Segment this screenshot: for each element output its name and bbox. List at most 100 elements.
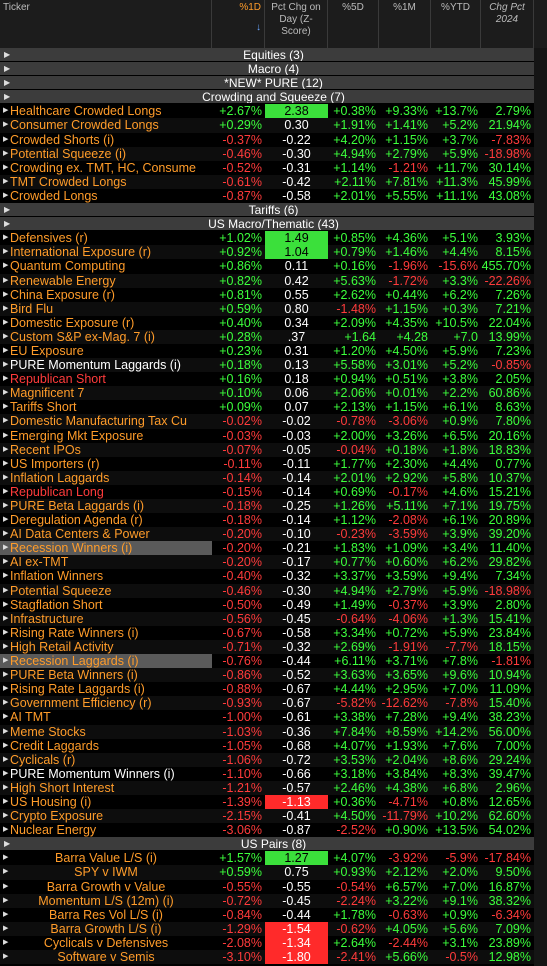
- ticker-name[interactable]: ▶ Potential Squeeze: [0, 584, 212, 598]
- header-chg2024[interactable]: Chg Pct 2024: [481, 0, 534, 48]
- ticker-name[interactable]: ▶ Infrastructure: [0, 612, 212, 626]
- row-triangle-icon[interactable]: ▶: [3, 414, 8, 428]
- ticker-name[interactable]: ▶ High Short Interest: [0, 781, 212, 795]
- row-triangle-icon[interactable]: ▶: [3, 541, 8, 555]
- row-triangle-icon[interactable]: ▶: [3, 330, 8, 344]
- expand-triangle-icon[interactable]: ▶: [4, 203, 10, 216]
- row-triangle-icon[interactable]: ▶: [3, 457, 8, 471]
- row-triangle-icon[interactable]: ▶: [3, 231, 8, 245]
- table-row[interactable]: ▶ Meme Stocks -1.03% -0.36 +7.84% +8.59% +14.2…: [0, 724, 547, 739]
- ticker-name[interactable]: ▶ Nuclear Energy: [0, 823, 212, 837]
- ticker-name[interactable]: ▶ EU Exposure: [0, 344, 212, 358]
- table-row[interactable]: ▶ PURE Momentum Laggards (i) +0.18% 0.13 +5.…: [0, 358, 547, 373]
- table-row[interactable]: ▶ International Exposure (r) +0.92% 1.04 +0.…: [0, 245, 547, 260]
- row-triangle-icon[interactable]: ▶: [3, 569, 8, 583]
- ticker-name[interactable]: ▶ Magnificent 7: [0, 386, 212, 400]
- ticker-name[interactable]: ▶ Crypto Exposure: [0, 809, 212, 823]
- table-row[interactable]: ▶ Crowded Shorts (i) -0.37% -0.22 +4.20% +1.1…: [0, 133, 547, 147]
- table-row[interactable]: ▶ High Retail Activity -0.71% -0.32 +2.69% -1…: [0, 639, 547, 655]
- ticker-name[interactable]: ▶ Barra Value L/S (i): [0, 851, 212, 865]
- group-header[interactable]: ▶ US Pairs (8): [0, 837, 547, 852]
- header-pct1d[interactable]: %1D ↓: [212, 0, 265, 48]
- row-triangle-icon[interactable]: ▶: [3, 668, 8, 682]
- row-triangle-icon[interactable]: ▶: [3, 288, 8, 302]
- table-row[interactable]: ▶ Defensives (r) +1.02% 1.49 +0.85% +4.36% +5.…: [0, 231, 547, 246]
- expand-triangle-icon[interactable]: ▶: [4, 48, 10, 61]
- row-triangle-icon[interactable]: ▶: [3, 725, 8, 739]
- ticker-name[interactable]: ▶ US Importers (r): [0, 457, 212, 471]
- ticker-name[interactable]: ▶ Barra Growth L/S (i): [0, 922, 212, 936]
- row-triangle-icon[interactable]: ▶: [3, 753, 8, 767]
- row-triangle-icon[interactable]: ▶: [3, 527, 8, 541]
- group-header[interactable]: ▶ US Macro/Thematic (43): [0, 217, 547, 232]
- table-row[interactable]: ▶ AI ex-TMT -0.20% -0.17 +0.77% +0.60% +6.2% 29…: [0, 555, 547, 570]
- header-ticker[interactable]: Ticker: [0, 0, 212, 48]
- ticker-name[interactable]: ▶ Renewable Energy: [0, 274, 212, 288]
- table-row[interactable]: ▶ Barra Res Vol L/S (i) -0.84% -0.44 +1.78% -…: [0, 908, 547, 922]
- table-row[interactable]: ▶ Deregulation Agenda (r) -0.18% -0.14 +1.12…: [0, 513, 547, 527]
- row-triangle-icon[interactable]: ▶: [3, 555, 8, 569]
- ticker-name[interactable]: ▶ Defensives (r): [0, 231, 212, 245]
- ticker-name[interactable]: ▶ Recent IPOs: [0, 443, 212, 457]
- ticker-name[interactable]: ▶ International Exposure (r): [0, 245, 212, 259]
- row-triangle-icon[interactable]: ▶: [3, 175, 8, 189]
- ticker-name[interactable]: ▶ PURE Momentum Laggards (i): [0, 358, 212, 372]
- row-triangle-icon[interactable]: ▶: [3, 344, 8, 358]
- table-row[interactable]: ▶ Healthcare Crowded Longs +2.67% 2.38 +0.38…: [0, 104, 547, 119]
- row-triangle-icon[interactable]: ▶: [3, 781, 8, 795]
- ticker-name[interactable]: ▶ Barra Growth v Value: [0, 880, 212, 894]
- table-row[interactable]: ▶ EU Exposure +0.23% 0.31 +1.20% +4.50% +5.9% 7…: [0, 344, 547, 358]
- ticker-name[interactable]: ▶ Consumer Crowded Longs: [0, 118, 212, 132]
- ticker-name[interactable]: ▶ Recession Laggards (i): [0, 654, 212, 669]
- ticker-name[interactable]: ▶ Rising Rate Laggards (i): [0, 682, 212, 696]
- ticker-name[interactable]: ▶ PURE Beta Laggards (i): [0, 499, 212, 513]
- row-triangle-icon[interactable]: ▶: [3, 767, 8, 781]
- table-row[interactable]: ▶ Tariffs Short +0.09% 0.07 +2.13% +1.15% +6.1…: [0, 400, 547, 414]
- group-header[interactable]: ▶ Macro (4): [0, 62, 547, 77]
- ticker-name[interactable]: ▶ Rising Rate Winners (i): [0, 626, 212, 640]
- table-row[interactable]: ▶ AI TMT -1.00% -0.61 +3.38% +7.28% +9.4% 38.23…: [0, 710, 547, 724]
- ticker-name[interactable]: ▶ Software v Semis: [0, 950, 212, 964]
- row-triangle-icon[interactable]: ▶: [3, 316, 8, 330]
- table-row[interactable]: ▶ Inflation Winners -0.40% -0.32 +3.37% +3.59…: [0, 569, 547, 583]
- ticker-name[interactable]: ▶ AI Data Centers & Power: [0, 527, 212, 541]
- table-row[interactable]: ▶ PURE Beta Laggards (i) -0.18% -0.25 +1.26%…: [0, 499, 547, 514]
- row-triangle-icon[interactable]: ▶: [3, 739, 8, 753]
- expand-triangle-icon[interactable]: ▶: [4, 217, 10, 230]
- table-row[interactable]: ▶ Recession Winners (i) -0.20% -0.21 +1.83% +…: [0, 541, 547, 556]
- ticker-name[interactable]: ▶ Cyclicals (r): [0, 753, 212, 767]
- table-row[interactable]: ▶ Infrastructure -0.56% -0.45 -0.64% -4.06% +1…: [0, 611, 547, 626]
- table-row[interactable]: ▶ Software v Semis -3.10% -1.80 -2.41% +5.66%…: [0, 950, 547, 965]
- row-triangle-icon[interactable]: ▶: [3, 485, 8, 499]
- table-row[interactable]: ▶ Custom S&P ex-Mag. 7 (i) +0.28% .37 +1.64 +…: [0, 329, 547, 344]
- ticker-name[interactable]: ▶ Stagflation Short: [0, 598, 212, 612]
- row-triangle-icon[interactable]: ▶: [3, 894, 8, 908]
- table-row[interactable]: ▶ China Exposure (r) +0.81% 0.55 +2.62% +0.44…: [0, 288, 547, 302]
- row-triangle-icon[interactable]: ▶: [3, 133, 8, 147]
- row-triangle-icon[interactable]: ▶: [3, 584, 8, 598]
- ticker-name[interactable]: ▶ Government Efficiency (r): [0, 696, 212, 710]
- table-row[interactable]: ▶ Recession Laggards (i) -0.76% -0.44 +6.11%…: [0, 654, 547, 669]
- row-triangle-icon[interactable]: ▶: [3, 795, 8, 809]
- ticker-name[interactable]: ▶ Bird Flu: [0, 302, 212, 316]
- expand-triangle-icon[interactable]: ▶: [4, 76, 10, 89]
- table-row[interactable]: ▶ Recent IPOs -0.07% -0.05 -0.04% +0.18% +1.8%…: [0, 442, 547, 457]
- table-row[interactable]: ▶ Potential Squeeze (i) -0.46% -0.30 +4.94% +…: [0, 146, 547, 161]
- row-triangle-icon[interactable]: ▶: [3, 640, 8, 654]
- ticker-name[interactable]: ▶ PURE Beta Winners (i): [0, 668, 212, 682]
- table-row[interactable]: ▶ Momentum L/S (12m) (i) -0.72% -0.45 -2.24%…: [0, 893, 547, 908]
- table-row[interactable]: ▶ Government Efficiency (r) -0.93% -0.67 -5.…: [0, 696, 547, 711]
- row-triangle-icon[interactable]: ▶: [3, 880, 8, 894]
- ticker-name[interactable]: ▶ Republican Long: [0, 485, 212, 499]
- ticker-name[interactable]: ▶ Emerging Mkt Exposure: [0, 429, 212, 443]
- table-row[interactable]: ▶ Domestic Manufacturing Tax Cu -0.02% -0.0…: [0, 414, 547, 429]
- table-row[interactable]: ▶ Stagflation Short -0.50% -0.49 +1.49% -0.37…: [0, 598, 547, 612]
- row-triangle-icon[interactable]: ▶: [3, 513, 8, 527]
- row-triangle-icon[interactable]: ▶: [3, 274, 8, 288]
- row-triangle-icon[interactable]: ▶: [3, 499, 8, 513]
- row-triangle-icon[interactable]: ▶: [3, 443, 8, 457]
- table-row[interactable]: ▶ Inflation Laggards -0.14% -0.14 +2.01% +2.9…: [0, 470, 547, 485]
- ticker-name[interactable]: ▶ TMT Crowded Longs: [0, 175, 212, 189]
- row-triangle-icon[interactable]: ▶: [3, 189, 8, 203]
- row-triangle-icon[interactable]: ▶: [3, 823, 8, 837]
